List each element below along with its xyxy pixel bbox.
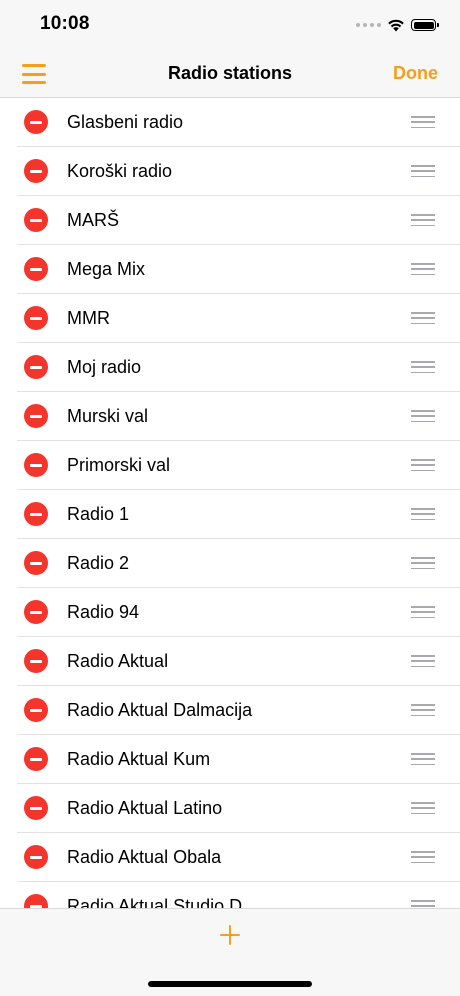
reorder-handle-icon[interactable] bbox=[411, 361, 435, 373]
minus-circle-icon[interactable] bbox=[24, 404, 48, 428]
station-row[interactable]: Radio 2 bbox=[17, 539, 460, 588]
status-time: 10:08 bbox=[40, 13, 90, 34]
station-row[interactable]: Koroški radio bbox=[17, 147, 460, 196]
reorder-handle-icon[interactable] bbox=[411, 165, 435, 177]
radio-stations-screen: 10:08 Radio stations Done Glasbeni radio… bbox=[0, 0, 460, 996]
station-name: Radio 2 bbox=[67, 553, 130, 573]
plus-icon[interactable] bbox=[220, 925, 240, 945]
minus-circle-icon[interactable] bbox=[24, 649, 48, 673]
station-name: Radio Aktual Kum bbox=[67, 749, 211, 769]
reorder-handle-icon[interactable] bbox=[411, 655, 435, 667]
navigation-bar: Radio stations Done bbox=[0, 50, 460, 98]
home-indicator bbox=[148, 981, 312, 987]
station-row[interactable]: MARŠ bbox=[17, 196, 460, 245]
station-name: Primorski val bbox=[67, 455, 171, 475]
station-row[interactable]: Radio Aktual Kum bbox=[17, 735, 460, 784]
reorder-handle-icon[interactable] bbox=[411, 410, 435, 422]
reorder-handle-icon[interactable] bbox=[411, 900, 435, 908]
station-row[interactable]: MMR bbox=[17, 294, 460, 343]
minus-circle-icon[interactable] bbox=[24, 698, 48, 722]
reorder-handle-icon[interactable] bbox=[411, 214, 435, 226]
reorder-handle-icon[interactable] bbox=[411, 263, 435, 275]
cellular-dots-icon bbox=[356, 23, 381, 27]
reorder-handle-icon[interactable] bbox=[411, 704, 435, 716]
minus-circle-icon[interactable] bbox=[24, 306, 48, 330]
station-name: Radio 1 bbox=[67, 504, 130, 524]
reorder-handle-icon[interactable] bbox=[411, 753, 435, 765]
station-name: MARŠ bbox=[67, 210, 120, 230]
minus-circle-icon[interactable] bbox=[24, 159, 48, 183]
minus-circle-icon[interactable] bbox=[24, 551, 48, 575]
station-name: Radio 94 bbox=[67, 602, 140, 622]
station-name: Radio Aktual Latino bbox=[67, 798, 223, 818]
station-row[interactable]: Radio Aktual Latino bbox=[17, 784, 460, 833]
battery-icon bbox=[411, 19, 439, 31]
reorder-handle-icon[interactable] bbox=[411, 312, 435, 324]
station-row[interactable]: Radio Aktual Obala bbox=[17, 833, 460, 882]
station-name: Radio Aktual Dalmacija bbox=[67, 700, 253, 720]
station-name: Murski val bbox=[67, 406, 149, 426]
minus-circle-icon[interactable] bbox=[24, 502, 48, 526]
page-title: Radio stations bbox=[167, 63, 292, 83]
station-row[interactable]: Radio Aktual bbox=[17, 637, 460, 686]
reorder-handle-icon[interactable] bbox=[411, 606, 435, 618]
reorder-handle-icon[interactable] bbox=[411, 557, 435, 569]
reorder-handle-icon[interactable] bbox=[411, 851, 435, 863]
minus-circle-icon[interactable] bbox=[24, 110, 48, 134]
reorder-handle-icon[interactable] bbox=[411, 459, 435, 471]
station-name: Mega Mix bbox=[67, 259, 146, 279]
minus-circle-icon[interactable] bbox=[24, 355, 48, 379]
bottom-toolbar bbox=[0, 908, 460, 996]
minus-circle-icon[interactable] bbox=[24, 600, 48, 624]
reorder-handle-icon[interactable] bbox=[411, 116, 435, 128]
station-row[interactable]: Radio Aktual Dalmacija bbox=[17, 686, 460, 735]
reorder-handle-icon[interactable] bbox=[411, 802, 435, 814]
minus-circle-icon[interactable] bbox=[24, 453, 48, 477]
station-name: Glasbeni radio bbox=[67, 112, 184, 132]
station-row[interactable]: Glasbeni radio bbox=[17, 98, 460, 147]
station-name: MMR bbox=[67, 308, 110, 328]
minus-circle-icon[interactable] bbox=[24, 845, 48, 869]
done-button[interactable]: Done bbox=[393, 63, 438, 84]
minus-circle-icon[interactable] bbox=[24, 208, 48, 232]
reorder-handle-icon[interactable] bbox=[411, 508, 435, 520]
minus-circle-icon[interactable] bbox=[24, 257, 48, 281]
status-bar: 10:08 bbox=[0, 0, 460, 50]
station-name: Radio Aktual Studio D bbox=[67, 896, 243, 908]
station-row[interactable]: Murski val bbox=[17, 392, 460, 441]
minus-circle-icon[interactable] bbox=[24, 747, 48, 771]
station-row[interactable]: Mega Mix bbox=[17, 245, 460, 294]
wifi-icon bbox=[388, 19, 404, 32]
station-list[interactable]: Glasbeni radio Koroški radio MARŠ Mega Mix M… bbox=[0, 98, 460, 908]
minus-circle-icon[interactable] bbox=[24, 796, 48, 820]
status-icons bbox=[356, 16, 439, 34]
station-row[interactable]: Primorski val bbox=[17, 441, 460, 490]
station-row[interactable]: Moj radio bbox=[17, 343, 460, 392]
station-name: Koroški radio bbox=[67, 161, 173, 181]
station-row[interactable]: Radio 94 bbox=[17, 588, 460, 637]
minus-circle-icon[interactable] bbox=[24, 894, 48, 908]
station-name: Radio Aktual Obala bbox=[67, 847, 222, 867]
station-name: Radio Aktual bbox=[67, 651, 169, 671]
station-row[interactable]: Radio Aktual Studio D bbox=[17, 882, 460, 908]
station-row[interactable]: Radio 1 bbox=[17, 490, 460, 539]
station-name: Moj radio bbox=[67, 357, 142, 377]
